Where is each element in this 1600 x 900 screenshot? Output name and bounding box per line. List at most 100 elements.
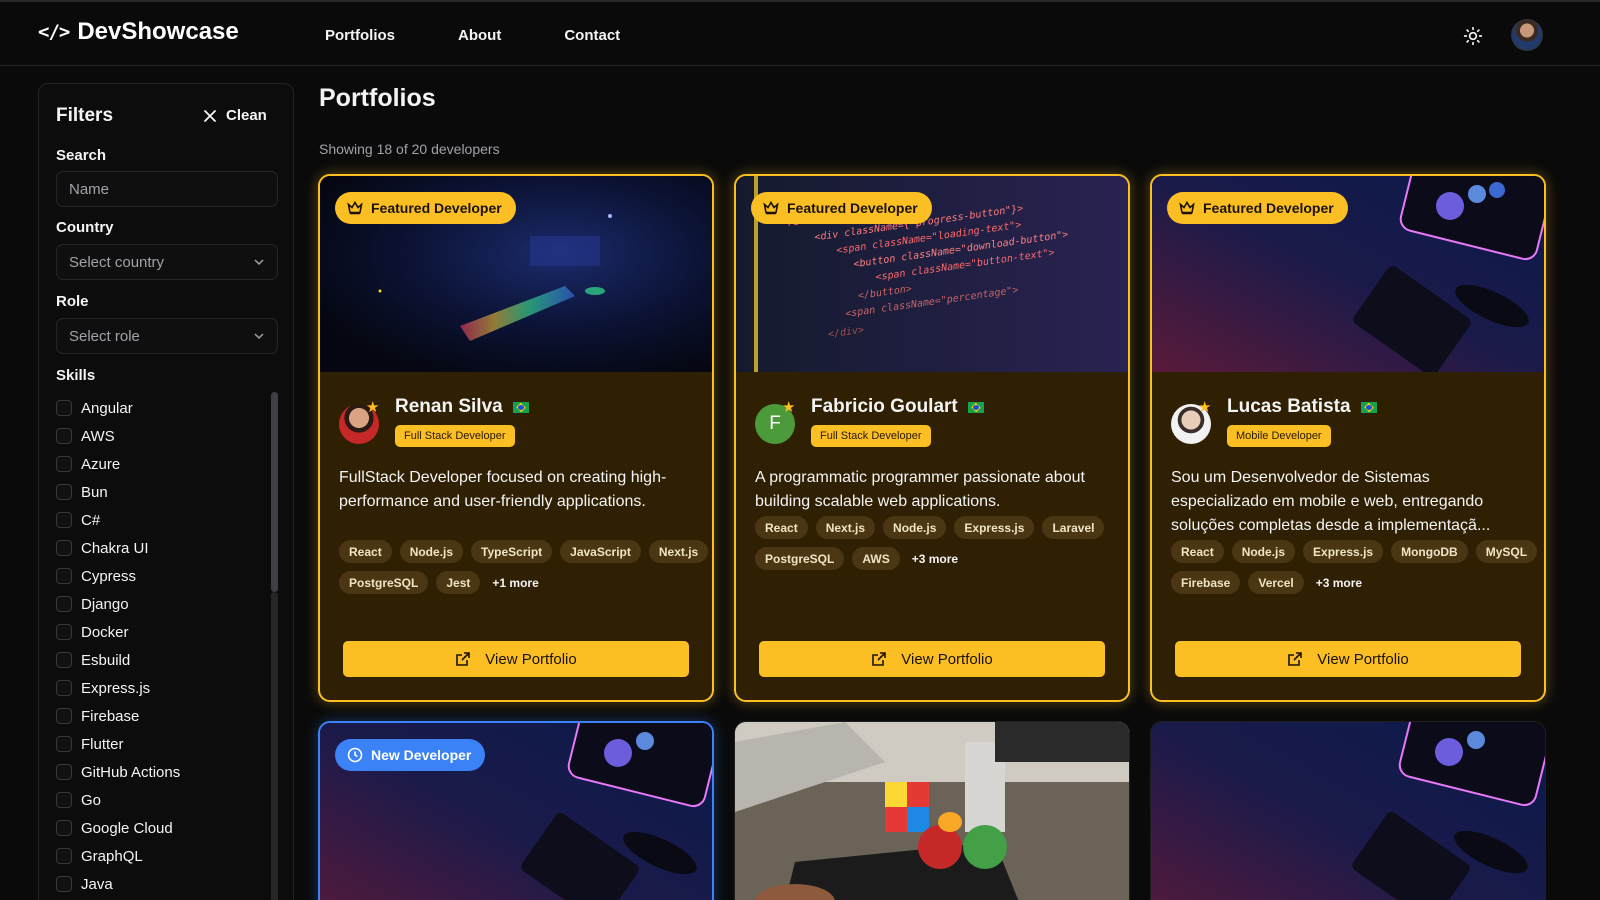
skill-checkbox[interactable]: [56, 764, 72, 780]
view-portfolio-button[interactable]: View Portfolio: [1175, 641, 1521, 677]
nav-contact[interactable]: Contact: [564, 27, 620, 44]
search-input[interactable]: [56, 171, 278, 207]
skill-checkbox[interactable]: [56, 568, 72, 584]
skill-tag: Next.js: [815, 516, 876, 539]
skill-tag: PostgreSQL: [339, 571, 429, 594]
skill-checkbox[interactable]: [56, 428, 72, 444]
skill-checkbox[interactable]: [56, 848, 72, 864]
skill-tag: Express.js: [1303, 540, 1384, 563]
developer-name: Fabricio Goulart: [811, 396, 984, 418]
skill-filter-option[interactable]: AWS: [56, 422, 266, 450]
more-skills-count: +3 more: [1315, 575, 1363, 590]
skill-filter-option[interactable]: Flutter: [56, 730, 266, 758]
skill-tag: TypeScript: [471, 540, 553, 563]
skill-checkbox[interactable]: [56, 512, 72, 528]
skill-tags: React Node.js Express.js MongoDB MySQL F…: [1171, 540, 1541, 594]
skill-tag: React: [1171, 540, 1224, 563]
skill-filter-option[interactable]: C#: [56, 506, 266, 534]
card-cover-image: [735, 722, 1129, 900]
skill-checkbox[interactable]: [56, 624, 72, 640]
skill-label: Java: [81, 875, 113, 893]
skill-checkbox[interactable]: [56, 680, 72, 696]
skill-checkbox[interactable]: [56, 540, 72, 556]
view-portfolio-button[interactable]: View Portfolio: [343, 641, 689, 677]
skill-checkbox[interactable]: [56, 792, 72, 808]
skill-tag: MongoDB: [1391, 540, 1468, 563]
skill-filter-option[interactable]: Google Cloud: [56, 814, 266, 842]
developer-card: New Developer: [318, 721, 714, 900]
clean-filters-button[interactable]: Clean: [204, 107, 267, 124]
skill-label: Chakra UI: [81, 539, 149, 557]
skill-filter-option[interactable]: Angular: [56, 394, 266, 422]
skill-filter-option[interactable]: GraphQL: [56, 842, 266, 870]
skill-checkbox[interactable]: [56, 400, 72, 416]
skill-label: Esbuild: [81, 651, 131, 669]
card-cover-image: [1151, 722, 1545, 900]
country-select[interactable]: Select country: [56, 244, 278, 280]
crown-icon: [1179, 201, 1195, 215]
skills-list: Angular AWS Azure Bun C# Chakra UI Cypress Djan…: [56, 394, 266, 898]
skill-tag: MySQL: [1475, 540, 1538, 563]
skill-label: C#: [81, 511, 101, 529]
skills-label: Skills: [56, 367, 96, 384]
skill-filter-option[interactable]: Firebase: [56, 702, 266, 730]
developer-card: return ( <div className={"progress-butto…: [734, 174, 1130, 702]
skill-checkbox[interactable]: [56, 652, 72, 668]
clock-icon: [347, 747, 363, 763]
skill-checkbox[interactable]: [56, 708, 72, 724]
skill-checkbox[interactable]: [56, 456, 72, 472]
featured-badge: Featured Developer: [335, 192, 516, 224]
skill-filter-option[interactable]: Express.js: [56, 674, 266, 702]
skill-filter-option[interactable]: Bun: [56, 478, 266, 506]
skill-filter-option[interactable]: GitHub Actions: [56, 758, 266, 786]
skill-label: Angular: [81, 399, 133, 417]
brand-logo[interactable]: </> DevShowcase: [38, 18, 239, 46]
skill-filter-option[interactable]: Azure: [56, 450, 266, 478]
developer-name: Lucas Batista: [1227, 396, 1377, 418]
nav-portfolios[interactable]: Portfolios: [325, 27, 395, 44]
skill-filter-option[interactable]: Java: [56, 870, 266, 898]
skill-checkbox[interactable]: [56, 876, 72, 892]
skill-label: Django: [81, 595, 129, 613]
skill-filter-option[interactable]: Chakra UI: [56, 534, 266, 562]
skill-tag: Node.js: [883, 516, 947, 539]
skills-scrollbar[interactable]: [271, 392, 278, 900]
skill-tag: React: [339, 540, 392, 563]
sun-icon: [1463, 26, 1483, 46]
skill-checkbox[interactable]: [56, 736, 72, 752]
skill-checkbox[interactable]: [56, 596, 72, 612]
scrollbar-thumb[interactable]: [271, 392, 278, 592]
skill-checkbox[interactable]: [56, 484, 72, 500]
developer-card: [1150, 721, 1546, 900]
skill-filter-option[interactable]: Docker: [56, 618, 266, 646]
skill-label: Bun: [81, 483, 108, 501]
skill-filter-option[interactable]: Go: [56, 786, 266, 814]
skill-tag: JavaScript: [560, 540, 641, 563]
skill-filter-option[interactable]: Django: [56, 590, 266, 618]
skill-tag: Node.js: [399, 540, 464, 563]
skill-filter-option[interactable]: Esbuild: [56, 646, 266, 674]
skill-tag: Firebase: [1171, 571, 1241, 594]
skill-label: Flutter: [81, 735, 124, 753]
skill-label: AWS: [81, 427, 115, 445]
role-select[interactable]: Select role: [56, 318, 278, 354]
skill-checkbox[interactable]: [56, 820, 72, 836]
skill-filter-option[interactable]: Cypress: [56, 562, 266, 590]
skill-label: Cypress: [81, 567, 137, 585]
filters-title: Filters: [56, 105, 114, 126]
skill-label: GitHub Actions: [81, 763, 181, 781]
new-developer-badge: New Developer: [335, 739, 486, 771]
badge-label: Featured Developer: [787, 200, 918, 216]
nav-about[interactable]: About: [458, 27, 501, 44]
developer-card: Featured Developer ★ Lucas Batista Mobil…: [1150, 174, 1546, 702]
user-avatar[interactable]: [1511, 19, 1543, 51]
skill-tag: Next.js: [648, 540, 709, 563]
theme-toggle-button[interactable]: [1461, 24, 1485, 48]
skill-label: Go: [81, 791, 102, 809]
developer-description: FullStack Developer focused on creating …: [339, 469, 667, 510]
skill-tag: Jest: [436, 571, 481, 594]
role-select-value: Select role: [69, 327, 140, 345]
search-label: Search: [56, 147, 107, 164]
chevron-down-icon: [254, 259, 264, 266]
view-portfolio-button[interactable]: View Portfolio: [759, 641, 1105, 677]
